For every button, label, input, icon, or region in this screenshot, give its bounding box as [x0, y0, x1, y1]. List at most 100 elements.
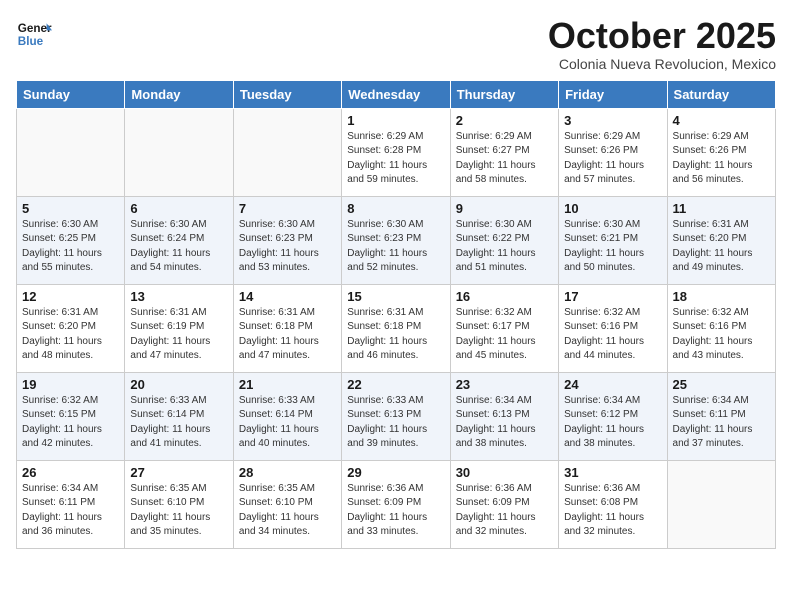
day-info: Sunrise: 6:30 AM Sunset: 6:25 PM Dayligh…	[22, 218, 119, 276]
table-row: 2Sunrise: 6:29 AM Sunset: 6:27 PM Daylig…	[450, 108, 558, 196]
day-info: Sunrise: 6:36 AM Sunset: 6:09 PM Dayligh…	[347, 482, 444, 540]
day-info: Sunrise: 6:31 AM Sunset: 6:19 PM Dayligh…	[130, 306, 227, 364]
day-info: Sunrise: 6:34 AM Sunset: 6:11 PM Dayligh…	[673, 394, 770, 452]
day-number: 5	[22, 201, 119, 216]
calendar-header-row: Sunday Monday Tuesday Wednesday Thursday…	[17, 80, 776, 108]
day-number: 30	[456, 465, 553, 480]
day-info: Sunrise: 6:32 AM Sunset: 6:16 PM Dayligh…	[673, 306, 770, 364]
day-info: Sunrise: 6:36 AM Sunset: 6:08 PM Dayligh…	[564, 482, 661, 540]
day-info: Sunrise: 6:29 AM Sunset: 6:28 PM Dayligh…	[347, 130, 444, 188]
table-row: 22Sunrise: 6:33 AM Sunset: 6:13 PM Dayli…	[342, 372, 450, 460]
table-row: 26 Sunrise: 6:34 AM Sunset: 6:11 PM Dayli…	[17, 460, 125, 548]
logo-icon: General Blue	[16, 16, 52, 52]
day-number: 21	[239, 377, 336, 392]
table-row	[667, 460, 775, 548]
day-info: Sunrise: 6:34 AM Sunset: 6:13 PM Dayligh…	[456, 394, 553, 452]
day-info: Sunrise: 6:29 AM Sunset: 6:26 PM Dayligh…	[673, 130, 770, 188]
svg-text:Blue: Blue	[18, 35, 44, 48]
day-number: 13	[130, 289, 227, 304]
calendar-week-row: 26 Sunrise: 6:34 AM Sunset: 6:11 PM Dayli…	[17, 460, 776, 548]
calendar-week-row: 5 Sunrise: 6:30 AM Sunset: 6:25 PM Daylig…	[17, 196, 776, 284]
day-info: Sunrise: 6:35 AM Sunset: 6:10 PM Dayligh…	[130, 482, 227, 540]
col-monday: Monday	[125, 80, 233, 108]
table-row: 4 Sunrise: 6:29 AM Sunset: 6:26 PM Daylig…	[667, 108, 775, 196]
table-row: 17Sunrise: 6:32 AM Sunset: 6:16 PM Dayli…	[559, 284, 667, 372]
table-row: 10 Sunrise: 6:30 AM Sunset: 6:21 PM Dayli…	[559, 196, 667, 284]
day-number: 18	[673, 289, 770, 304]
table-row	[233, 108, 341, 196]
day-info: Sunrise: 6:30 AM Sunset: 6:21 PM Dayligh…	[564, 218, 661, 276]
day-number: 25	[673, 377, 770, 392]
table-row	[17, 108, 125, 196]
table-row: 29 Sunrise: 6:36 AM Sunset: 6:09 PM Dayli…	[342, 460, 450, 548]
page-header: General Blue October 2025 Colonia Nueva …	[16, 16, 776, 72]
table-row: 13 Sunrise: 6:31 AM Sunset: 6:19 PM Dayli…	[125, 284, 233, 372]
day-number: 15	[347, 289, 444, 304]
day-number: 29	[347, 465, 444, 480]
table-row: 12 Sunrise: 6:31 AM Sunset: 6:20 PM Dayli…	[17, 284, 125, 372]
col-sunday: Sunday	[17, 80, 125, 108]
day-info: Sunrise: 6:34 AM Sunset: 6:11 PM Dayligh…	[22, 482, 119, 540]
table-row: 20 Sunrise: 6:33 AM Sunset: 6:14 PM Dayli…	[125, 372, 233, 460]
col-tuesday: Tuesday	[233, 80, 341, 108]
table-row: 24Sunrise: 6:34 AM Sunset: 6:12 PM Dayli…	[559, 372, 667, 460]
day-info: Sunrise: 6:30 AM Sunset: 6:22 PM Dayligh…	[456, 218, 553, 276]
table-row: 18 Sunrise: 6:32 AM Sunset: 6:16 PM Dayli…	[667, 284, 775, 372]
day-info: Sunrise: 6:30 AM Sunset: 6:23 PM Dayligh…	[239, 218, 336, 276]
day-info: Sunrise: 6:34 AM Sunset: 6:12 PM Dayligh…	[564, 394, 661, 452]
day-number: 12	[22, 289, 119, 304]
table-row: 27 Sunrise: 6:35 AM Sunset: 6:10 PM Dayli…	[125, 460, 233, 548]
logo: General Blue	[16, 16, 52, 52]
table-row: 30 Sunrise: 6:36 AM Sunset: 6:09 PM Dayli…	[450, 460, 558, 548]
day-number: 28	[239, 465, 336, 480]
calendar-week-row: 12 Sunrise: 6:31 AM Sunset: 6:20 PM Dayli…	[17, 284, 776, 372]
table-row: 3 Sunrise: 6:29 AM Sunset: 6:26 PM Daylig…	[559, 108, 667, 196]
day-info: Sunrise: 6:30 AM Sunset: 6:23 PM Dayligh…	[347, 218, 444, 276]
day-number: 4	[673, 113, 770, 128]
table-row: 19Sunrise: 6:32 AM Sunset: 6:15 PM Dayli…	[17, 372, 125, 460]
col-saturday: Saturday	[667, 80, 775, 108]
table-row: 25 Sunrise: 6:34 AM Sunset: 6:11 PM Dayli…	[667, 372, 775, 460]
table-row: 31 Sunrise: 6:36 AM Sunset: 6:08 PM Dayli…	[559, 460, 667, 548]
table-row: 8 Sunrise: 6:30 AM Sunset: 6:23 PM Daylig…	[342, 196, 450, 284]
month-title: October 2025	[548, 16, 776, 56]
day-number: 26	[22, 465, 119, 480]
day-number: 27	[130, 465, 227, 480]
day-number: 7	[239, 201, 336, 216]
day-info: Sunrise: 6:33 AM Sunset: 6:14 PM Dayligh…	[239, 394, 336, 452]
day-number: 1	[347, 113, 444, 128]
day-info: Sunrise: 6:31 AM Sunset: 6:20 PM Dayligh…	[22, 306, 119, 364]
table-row: 7 Sunrise: 6:30 AM Sunset: 6:23 PM Daylig…	[233, 196, 341, 284]
day-number: 14	[239, 289, 336, 304]
col-wednesday: Wednesday	[342, 80, 450, 108]
table-row: 28Sunrise: 6:35 AM Sunset: 6:10 PM Dayli…	[233, 460, 341, 548]
table-row: 5 Sunrise: 6:30 AM Sunset: 6:25 PM Daylig…	[17, 196, 125, 284]
title-block: October 2025 Colonia Nueva Revolucion, M…	[548, 16, 776, 72]
table-row: 1 Sunrise: 6:29 AM Sunset: 6:28 PM Daylig…	[342, 108, 450, 196]
day-info: Sunrise: 6:29 AM Sunset: 6:26 PM Dayligh…	[564, 130, 661, 188]
day-info: Sunrise: 6:36 AM Sunset: 6:09 PM Dayligh…	[456, 482, 553, 540]
day-number: 10	[564, 201, 661, 216]
day-number: 8	[347, 201, 444, 216]
day-info: Sunrise: 6:32 AM Sunset: 6:15 PM Dayligh…	[22, 394, 119, 452]
calendar-week-row: 1 Sunrise: 6:29 AM Sunset: 6:28 PM Daylig…	[17, 108, 776, 196]
table-row	[125, 108, 233, 196]
day-number: 6	[130, 201, 227, 216]
table-row: 21 Sunrise: 6:33 AM Sunset: 6:14 PM Dayli…	[233, 372, 341, 460]
table-row: 16Sunrise: 6:32 AM Sunset: 6:17 PM Dayli…	[450, 284, 558, 372]
col-friday: Friday	[559, 80, 667, 108]
day-number: 3	[564, 113, 661, 128]
day-number: 9	[456, 201, 553, 216]
day-info: Sunrise: 6:32 AM Sunset: 6:16 PM Dayligh…	[564, 306, 661, 364]
day-number: 20	[130, 377, 227, 392]
day-number: 31	[564, 465, 661, 480]
day-number: 22	[347, 377, 444, 392]
calendar-week-row: 19Sunrise: 6:32 AM Sunset: 6:15 PM Dayli…	[17, 372, 776, 460]
table-row: 15Sunrise: 6:31 AM Sunset: 6:18 PM Dayli…	[342, 284, 450, 372]
day-info: Sunrise: 6:30 AM Sunset: 6:24 PM Dayligh…	[130, 218, 227, 276]
day-info: Sunrise: 6:33 AM Sunset: 6:14 PM Dayligh…	[130, 394, 227, 452]
table-row: 14Sunrise: 6:31 AM Sunset: 6:18 PM Dayli…	[233, 284, 341, 372]
col-thursday: Thursday	[450, 80, 558, 108]
day-number: 16	[456, 289, 553, 304]
day-info: Sunrise: 6:29 AM Sunset: 6:27 PM Dayligh…	[456, 130, 553, 188]
